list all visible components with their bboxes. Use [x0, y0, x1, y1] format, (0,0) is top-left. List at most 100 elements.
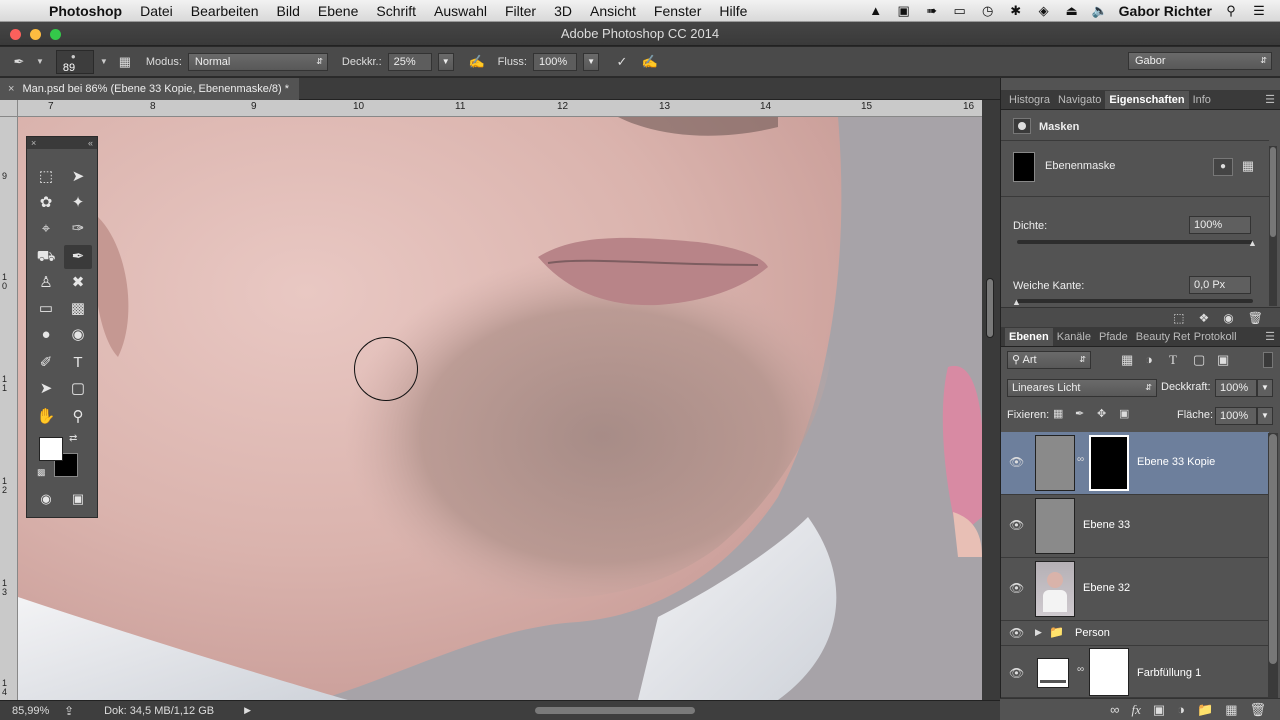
layer-mask-thumbnail[interactable]	[1089, 435, 1129, 491]
panel-menu-icon[interactable]: ☰	[1265, 328, 1280, 346]
screen-mode-icon[interactable]: ▣	[64, 487, 92, 511]
layer-mask-thumbnail[interactable]	[1089, 648, 1129, 696]
filter-toggle[interactable]	[1263, 352, 1273, 368]
swap-colors-icon[interactable]: ⇄	[69, 433, 77, 444]
density-field[interactable]: 100%	[1189, 216, 1251, 234]
layer-opacity-field[interactable]: 100%	[1215, 379, 1257, 397]
visibility-eye-icon[interactable]: 👁	[1009, 666, 1024, 680]
layer-opacity-dropdown[interactable]: ▼	[1257, 379, 1273, 397]
brush-tool-icon[interactable]: ✒	[64, 245, 92, 269]
tools-panel-header[interactable]: × «	[27, 137, 97, 149]
user-name[interactable]: Gabor Richter	[1119, 3, 1212, 19]
adjustment-layer-icon[interactable]: ◑	[1177, 702, 1185, 717]
zoom-window-button[interactable]	[50, 29, 61, 40]
gradient-tool-icon[interactable]: ▩	[64, 297, 92, 321]
pen-tool-icon[interactable]: ✐	[32, 351, 60, 375]
minimize-window-button[interactable]	[30, 29, 41, 40]
menu-auswahl[interactable]: Auswahl	[425, 3, 496, 19]
pixel-mask-icon[interactable]: ●	[1213, 158, 1233, 176]
brush-preset-picker[interactable]: ● 89	[55, 49, 94, 74]
vector-mask-icon[interactable]: ▦	[1239, 158, 1257, 174]
lock-position-icon[interactable]: ✥	[1097, 407, 1106, 420]
status-menu-arrow-icon[interactable]: ▶	[244, 705, 251, 716]
path-selection-tool-icon[interactable]: ➤	[32, 377, 60, 401]
crop-tool-icon[interactable]: ⌖	[32, 217, 60, 241]
collapse-panel-icon[interactable]: «	[88, 137, 93, 149]
menu-3d[interactable]: 3D	[545, 3, 581, 19]
eyedropper-tool-icon[interactable]: ✑	[64, 217, 92, 241]
hand-tool-icon[interactable]: ✋	[32, 405, 60, 429]
apply-mask-icon[interactable]: ❖	[1199, 311, 1210, 325]
opacity-dropdown[interactable]: ▼	[437, 52, 454, 71]
link-chain-icon[interactable]: ∞	[1077, 454, 1084, 465]
airplay-icon[interactable]: ▭	[951, 3, 969, 19]
menu-fenster[interactable]: Fenster	[645, 3, 710, 19]
tab-paths[interactable]: Pfade	[1095, 328, 1132, 346]
eject-icon[interactable]: ⏏	[1063, 3, 1081, 19]
layer-style-fx-icon[interactable]: fx	[1131, 702, 1140, 718]
spotlight-search-icon[interactable]: ⚲	[1222, 3, 1240, 19]
tab-layers[interactable]: Ebenen	[1005, 328, 1053, 346]
filter-adjustment-icon[interactable]: ◑	[1145, 352, 1153, 367]
scroll-thumb[interactable]	[986, 278, 994, 338]
menu-schrift[interactable]: Schrift	[367, 3, 425, 19]
tab-info[interactable]: Info	[1189, 91, 1215, 109]
pressure-size-icon[interactable]: ✍	[639, 52, 661, 72]
hat-icon[interactable]: ▲	[867, 3, 885, 18]
layer-name[interactable]: Ebene 33	[1083, 519, 1130, 531]
lock-pixels-icon[interactable]: ✒	[1075, 407, 1084, 420]
flow-field[interactable]: 100%	[533, 52, 577, 71]
foreground-color-swatch[interactable]	[39, 437, 63, 461]
link-layers-icon[interactable]: ∞	[1110, 702, 1119, 717]
lock-all-icon[interactable]: ▣	[1119, 407, 1129, 420]
menu-bearbeiten[interactable]: Bearbeiten	[182, 3, 268, 19]
tab-beauty-retouch[interactable]: Beauty Ret	[1132, 328, 1190, 346]
quick-mask-icon[interactable]: ◉	[32, 487, 60, 511]
layer-name[interactable]: Person	[1075, 627, 1110, 639]
load-selection-icon[interactable]: ⬚	[1173, 311, 1184, 325]
opacity-field[interactable]: 25%	[387, 52, 432, 71]
lasso-tool-icon[interactable]: ✿	[32, 191, 60, 215]
brush-panel-toggle-icon[interactable]: ▦	[114, 52, 136, 72]
zoom-level[interactable]: 85,99%	[12, 705, 56, 717]
notification-list-icon[interactable]: ☰	[1250, 3, 1268, 19]
tool-preset-arrow-icon[interactable]: ▼	[36, 57, 44, 66]
lock-transparency-icon[interactable]: ▦	[1053, 407, 1063, 420]
ruler-origin[interactable]	[0, 100, 18, 117]
layer-row[interactable]: 👁 ∞ Farbfüllung 1	[1001, 646, 1269, 698]
brush-picker-arrow-icon[interactable]: ▼	[100, 57, 108, 66]
horizontal-scroll-thumb[interactable]	[535, 707, 695, 714]
mode-select[interactable]: Normal ⇵	[187, 52, 328, 71]
blend-mode-select[interactable]: Lineares Licht ⇵	[1007, 379, 1157, 397]
default-colors-icon[interactable]: ▩	[37, 467, 46, 478]
blur-tool-icon[interactable]: ●	[32, 323, 60, 347]
layers-scrollbar[interactable]	[1268, 433, 1278, 698]
delete-layer-icon[interactable]: 🗑	[1249, 702, 1266, 718]
filter-type-icon[interactable]: T	[1169, 352, 1177, 368]
history-brush-tool-icon[interactable]: ✖	[64, 271, 92, 295]
fill-field[interactable]: 100%	[1215, 407, 1257, 425]
document-canvas[interactable]	[18, 117, 982, 700]
clone-stamp-tool-icon[interactable]: ♙	[32, 271, 60, 295]
vertical-ruler[interactable]: 9 1 0 1 1 1 2 1 3 1 4	[0, 117, 18, 700]
menu-ansicht[interactable]: Ansicht	[581, 3, 645, 19]
fill-dropdown[interactable]: ▼	[1257, 407, 1273, 425]
layer-filter-select[interactable]: ⚲ Art ⇵	[1007, 351, 1091, 369]
layer-row[interactable]: 👁 Ebene 33	[1001, 495, 1269, 558]
close-panel-icon[interactable]: ×	[31, 137, 36, 149]
layer-row[interactable]: 👁 ∞ Ebene 33 Kopie	[1001, 432, 1269, 495]
eraser-tool-icon[interactable]: ▭	[32, 297, 60, 321]
tab-channels[interactable]: Kanäle	[1053, 328, 1095, 346]
wifi-icon[interactable]: ◈	[1035, 3, 1053, 19]
layer-name[interactable]: Farbfüllung 1	[1137, 667, 1201, 679]
expand-arrow-icon[interactable]: ▶	[1035, 627, 1042, 638]
menu-filter[interactable]: Filter	[496, 3, 545, 19]
healing-brush-tool-icon[interactable]: ⛟	[32, 245, 60, 269]
visibility-eye-icon[interactable]: 👁	[1009, 455, 1024, 469]
volume-icon[interactable]: 🔈	[1091, 3, 1109, 19]
airbrush-icon[interactable]: ✓	[611, 52, 633, 72]
menu-ebene[interactable]: Ebene	[309, 3, 367, 19]
feather-slider-handle[interactable]: ▲	[1012, 297, 1021, 307]
horizontal-ruler[interactable]: 7 8 9 10 11 12 13 14 15 16	[18, 100, 982, 117]
rectangle-tool-icon[interactable]: ▢	[64, 377, 92, 401]
